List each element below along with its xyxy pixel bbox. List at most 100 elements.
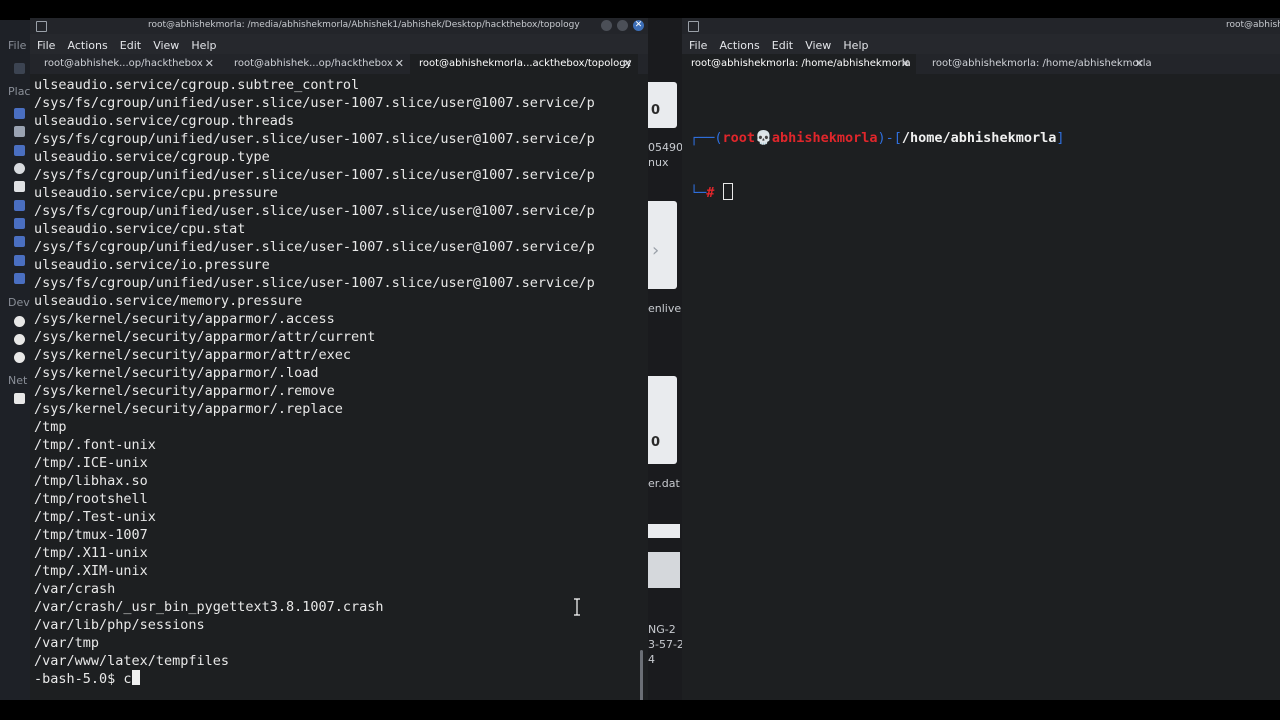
command-line[interactable]: -bash-5.0$ c	[34, 670, 634, 688]
menu-bar: File Actions Edit View Help	[682, 34, 1280, 54]
tab-home-1[interactable]: root@abhishekmorla: /home/abhishekmorla …	[682, 54, 916, 74]
tab-label: root@abhishek...op/hackthebox	[44, 58, 203, 69]
file-thumb-text: 0	[651, 103, 661, 118]
tab-bar: root@abhishekmorla: /home/abhishekmorla …	[682, 54, 1280, 74]
skull-icon: 💀	[755, 130, 772, 146]
prompt-bracket: ┌──(	[690, 130, 723, 146]
prompt-bracket: └─	[690, 185, 707, 201]
top-desktop-strip	[0, 0, 1280, 20]
minimize-button[interactable]	[601, 20, 612, 31]
clock-icon[interactable]	[14, 163, 25, 174]
tab-close-icon[interactable]: ✕	[395, 54, 404, 74]
network-icon[interactable]	[14, 393, 25, 404]
menu-edit[interactable]: Edit	[120, 36, 141, 56]
prompt-user: root	[722, 130, 756, 146]
back-arrow-icon[interactable]	[14, 63, 25, 74]
file-manager-strip: 0 05490i nux › enlive 0 er.dat NG-2 3-57…	[648, 18, 686, 700]
scrollbar[interactable]	[638, 74, 646, 710]
output-line: /sys/kernel/security/apparmor/.remove	[34, 383, 335, 399]
window-title: root@abhish	[1226, 20, 1280, 30]
menu-help[interactable]: Help	[191, 36, 216, 56]
video-file-icon[interactable]	[648, 524, 680, 538]
desktop-icon[interactable]	[14, 126, 25, 137]
output-line: ulseaudio.service/cgroup.subtree_control	[34, 77, 360, 93]
window-title: root@abhishekmorla: /media/abhishekmorla…	[148, 20, 580, 30]
menu-view[interactable]: View	[805, 36, 831, 56]
tab-home-2[interactable]: root@abhishekmorla: /home/abhishekmorla …	[922, 54, 1152, 74]
maximize-button[interactable]	[617, 20, 628, 31]
file-name: NG-2	[648, 623, 676, 636]
pictures-icon[interactable]	[14, 236, 25, 247]
tab-close-icon[interactable]: ✕	[1135, 54, 1144, 74]
prompt-host: abhishekmorla	[771, 130, 878, 146]
folder-icon[interactable]	[14, 108, 25, 119]
output-line: /tmp	[34, 419, 67, 435]
videos-icon[interactable]	[14, 255, 25, 266]
output-line: ulseaudio.service/cgroup.type	[34, 149, 270, 165]
close-button[interactable]: ✕	[633, 20, 644, 31]
downloads-icon[interactable]	[14, 200, 25, 211]
title-bar[interactable]: root@abhishekmorla: /media/abhishekmorla…	[30, 18, 648, 34]
output-line: /sys/fs/cgroup/unified/user.slice/user-1…	[34, 239, 595, 255]
menu-actions[interactable]: Actions	[68, 36, 108, 56]
output-line: ulseaudio.service/io.pressure	[34, 257, 270, 273]
disk-icon[interactable]	[14, 352, 25, 363]
file-icon[interactable]	[648, 376, 677, 464]
documents-icon[interactable]	[14, 145, 25, 156]
output-line: /tmp/.X11-unix	[34, 545, 148, 561]
menu-actions[interactable]: Actions	[720, 36, 760, 56]
disk-icon[interactable]	[14, 316, 25, 327]
chevron-right-icon: ›	[652, 240, 660, 261]
menu-help[interactable]: Help	[843, 36, 868, 56]
tab-hackthebox-1[interactable]: root@abhishek...op/hackthebox ✕	[30, 54, 220, 74]
file-thumb-text: 0	[651, 435, 661, 450]
menu-view[interactable]: View	[153, 36, 179, 56]
tab-close-icon[interactable]: ✕	[205, 54, 214, 74]
side-label-places: Plac	[8, 85, 31, 98]
side-label-devices: Dev	[8, 296, 30, 309]
tab-hackthebox-2[interactable]: root@abhishek...op/hackthebox ✕	[220, 54, 410, 74]
output-line: /tmp/rootshell	[34, 491, 148, 507]
shell-prompt[interactable]: ┌──(root💀abhishekmorla)-[/home/abhishekm…	[690, 93, 1064, 238]
media-icon[interactable]	[648, 552, 680, 588]
trash-icon[interactable]	[14, 181, 25, 192]
title-bar[interactable]: root@abhish	[682, 18, 1280, 34]
tab-label: root@abhishekmorla: /home/abhishekmorla	[932, 58, 1152, 69]
output-line: /tmp/tmux-1007	[34, 527, 148, 543]
terminal-window-left[interactable]: root@abhishekmorla: /media/abhishekmorla…	[30, 18, 648, 710]
output-line: /var/lib/php/sessions	[34, 617, 205, 633]
output-line: /tmp/libhax.so	[34, 473, 148, 489]
output-line: /var/www/latex/tempfiles	[34, 653, 230, 669]
output-line: ulseaudio.service/cpu.pressure	[34, 185, 278, 201]
music-icon[interactable]	[14, 218, 25, 229]
terminal-output[interactable]: ulseaudio.service/cgroup.subtree_control…	[34, 76, 634, 696]
menu-edit[interactable]: Edit	[772, 36, 793, 56]
download-folder-icon[interactable]	[14, 273, 25, 284]
file-name: enlive	[648, 302, 682, 315]
terminal-cursor	[131, 670, 140, 685]
tab-close-icon[interactable]: ✕	[623, 54, 632, 74]
output-line: /sys/kernel/security/apparmor/.replace	[34, 401, 343, 417]
output-line: /sys/kernel/security/apparmor/.access	[34, 311, 335, 327]
output-line: /tmp/.ICE-unix	[34, 455, 148, 471]
file-name: 3-57-2	[648, 638, 684, 651]
terminal-window-right[interactable]: root@abhish File Actions Edit View Help …	[682, 18, 1280, 700]
output-line: /sys/kernel/security/apparmor/attr/exec	[34, 347, 351, 363]
file-name: er.dat	[648, 477, 680, 490]
file-manager-sidebar: File Plac Dev Net	[0, 20, 30, 700]
output-line: ulseaudio.service/cpu.stat	[34, 221, 246, 237]
terminal-cursor	[722, 183, 733, 200]
prompt-bracket: ]	[1056, 130, 1065, 146]
menu-file[interactable]: File	[689, 36, 707, 56]
disk-icon[interactable]	[14, 334, 25, 345]
output-line: /var/tmp	[34, 635, 100, 651]
output-line: /sys/fs/cgroup/unified/user.slice/user-1…	[34, 167, 595, 183]
bottom-strip	[0, 700, 1280, 720]
tab-bar: root@abhishek...op/hackthebox ✕ root@abh…	[30, 54, 648, 74]
text-cursor-icon	[574, 598, 580, 616]
tab-topology[interactable]: root@abhishekmorla...ackthebox/topology …	[410, 54, 638, 74]
file-name: nux	[648, 156, 669, 169]
file-name: 4	[648, 653, 655, 666]
menu-file[interactable]: File	[37, 36, 55, 56]
tab-close-icon[interactable]: ✕	[901, 54, 910, 74]
